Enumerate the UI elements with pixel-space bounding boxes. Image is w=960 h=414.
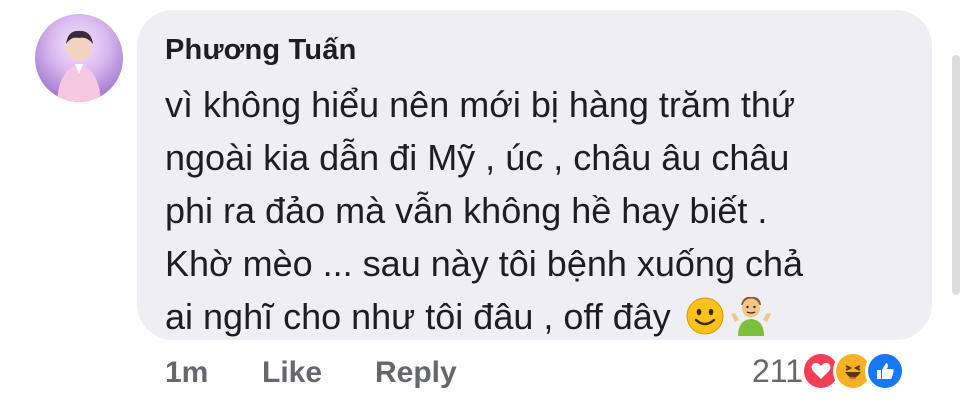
comment-line: Khờ mèo ... sau này tôi bệnh xuống chả — [165, 243, 804, 284]
commenter-avatar[interactable] — [35, 14, 123, 102]
scrollbar[interactable] — [952, 55, 960, 295]
reply-button[interactable]: Reply — [375, 356, 457, 390]
comment-bubble: Phương Tuấn vì không hiểu nên mới bị hàn… — [137, 10, 932, 340]
comment-line: ngoài kia dẫn đi Mỹ , úc , châu âu châu — [165, 137, 790, 178]
like-icon — [865, 351, 906, 391]
person-shrugging-icon — [729, 292, 773, 350]
slightly-smiling-face-icon — [685, 296, 725, 350]
comment-line: phi ra đảo mà vẫn không hề hay biết . — [165, 190, 768, 231]
comment-timestamp[interactable]: 1m — [165, 356, 208, 390]
comment-author-name[interactable]: Phương Tuấn — [165, 34, 356, 67]
avatar-photo — [57, 30, 101, 102]
like-button[interactable]: Like — [262, 356, 322, 390]
comment-line: ai nghĩ cho như tôi đâu , off đây — [165, 296, 671, 337]
reaction-count: 211 — [752, 352, 804, 389]
comment-line-last: ai nghĩ cho như tôi đâu , off đây — [165, 290, 925, 350]
comment-text: vì không hiểu nên mới bị hàng trăm thứ n… — [165, 78, 925, 350]
reactions-summary[interactable]: 211 — [752, 348, 906, 394]
comment-line: vì không hiểu nên mới bị hàng trăm thứ — [165, 84, 796, 125]
